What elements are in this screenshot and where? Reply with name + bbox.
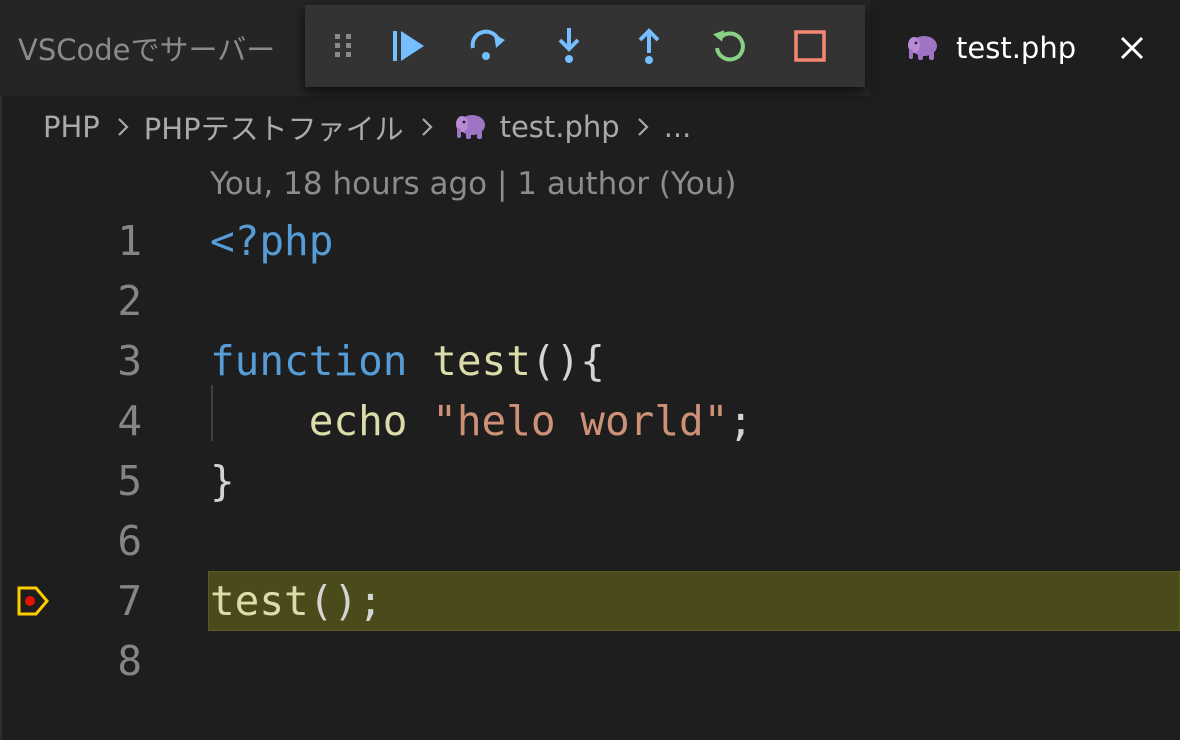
- code-line: 6: [0, 511, 1180, 571]
- continue-button[interactable]: [383, 19, 433, 73]
- php-elephant-icon: [455, 115, 485, 139]
- tab-test-php[interactable]: test.php: [870, 0, 1180, 96]
- restart-button[interactable]: [704, 19, 754, 73]
- breadcrumb-item-folder[interactable]: PHPテストファイル: [144, 106, 404, 148]
- code-line: 3 function test(){: [0, 331, 1180, 391]
- tab-inactive[interactable]: VSCodeでサーバー: [0, 0, 340, 96]
- chevron-right-icon: [118, 118, 129, 136]
- continue-icon: [393, 31, 425, 61]
- step-over-icon: [471, 29, 506, 60]
- chevron-right-icon: [637, 118, 649, 136]
- tab-active-label: test.php: [956, 31, 1077, 65]
- grip-icon: [334, 34, 351, 57]
- tab-inactive-label: VSCodeでサーバー: [18, 33, 276, 67]
- line-content: test();: [210, 571, 383, 631]
- breadcrumb: PHP PHPテストファイル test.php ...: [43, 104, 691, 150]
- punctuation-token: ;: [728, 397, 754, 445]
- line-number: 6: [117, 517, 142, 565]
- function-name-token: test: [432, 337, 531, 385]
- code-line: 8: [0, 631, 1180, 691]
- code-line: 4 echo "helo world";: [0, 385, 1180, 451]
- step-out-button[interactable]: [624, 19, 674, 73]
- line-number: 1: [117, 217, 142, 265]
- step-over-button[interactable]: [463, 19, 513, 73]
- step-into-icon: [558, 28, 580, 63]
- function-call-token: test: [210, 577, 309, 625]
- step-out-icon: [638, 28, 660, 64]
- line-number: 8: [117, 637, 142, 685]
- line-number: 5: [117, 457, 142, 505]
- breadcrumb-item-php[interactable]: PHP: [43, 110, 100, 144]
- line-number: 2: [117, 277, 142, 325]
- line-content: }: [210, 451, 235, 511]
- stop-button[interactable]: [785, 19, 835, 73]
- punctuation-token: (){: [530, 337, 605, 385]
- punctuation-token: }: [210, 457, 235, 505]
- echo-token: echo: [308, 397, 408, 445]
- line-number: 7: [117, 577, 142, 625]
- keyword-token: function: [210, 337, 408, 385]
- line-content: echo "helo world";: [210, 391, 753, 451]
- code-line: 2: [0, 271, 1180, 331]
- debug-toolbar: [305, 5, 865, 87]
- line-number: 4: [117, 397, 142, 445]
- code-editor[interactable]: 1 <?php 2 3 function test(){ 4 echo "hel…: [0, 211, 1180, 691]
- code-line: 1 <?php: [0, 211, 1180, 271]
- line-content: <?php: [210, 211, 333, 271]
- step-into-button[interactable]: [544, 19, 594, 73]
- close-icon[interactable]: [1112, 28, 1152, 68]
- punctuation-token: ();: [308, 577, 383, 625]
- line-number: 3: [117, 337, 142, 385]
- code-line: 5 }: [0, 451, 1180, 511]
- git-blame-codelens[interactable]: You, 18 hours ago | 1 author (You): [210, 166, 736, 202]
- breadcrumb-item-file[interactable]: test.php: [500, 110, 620, 144]
- chevron-right-icon: [421, 118, 433, 136]
- php-elephant-icon: [908, 36, 937, 60]
- stop-icon: [794, 30, 826, 62]
- php-open-tag: <?php: [210, 217, 334, 265]
- drag-handle[interactable]: [329, 19, 357, 73]
- restart-icon: [712, 30, 745, 62]
- line-content: function test(){: [210, 331, 605, 391]
- breadcrumb-item-ellipsis[interactable]: ...: [664, 110, 692, 144]
- string-token: "helo world": [432, 397, 729, 445]
- code-line-current: 7 test();: [0, 571, 1180, 631]
